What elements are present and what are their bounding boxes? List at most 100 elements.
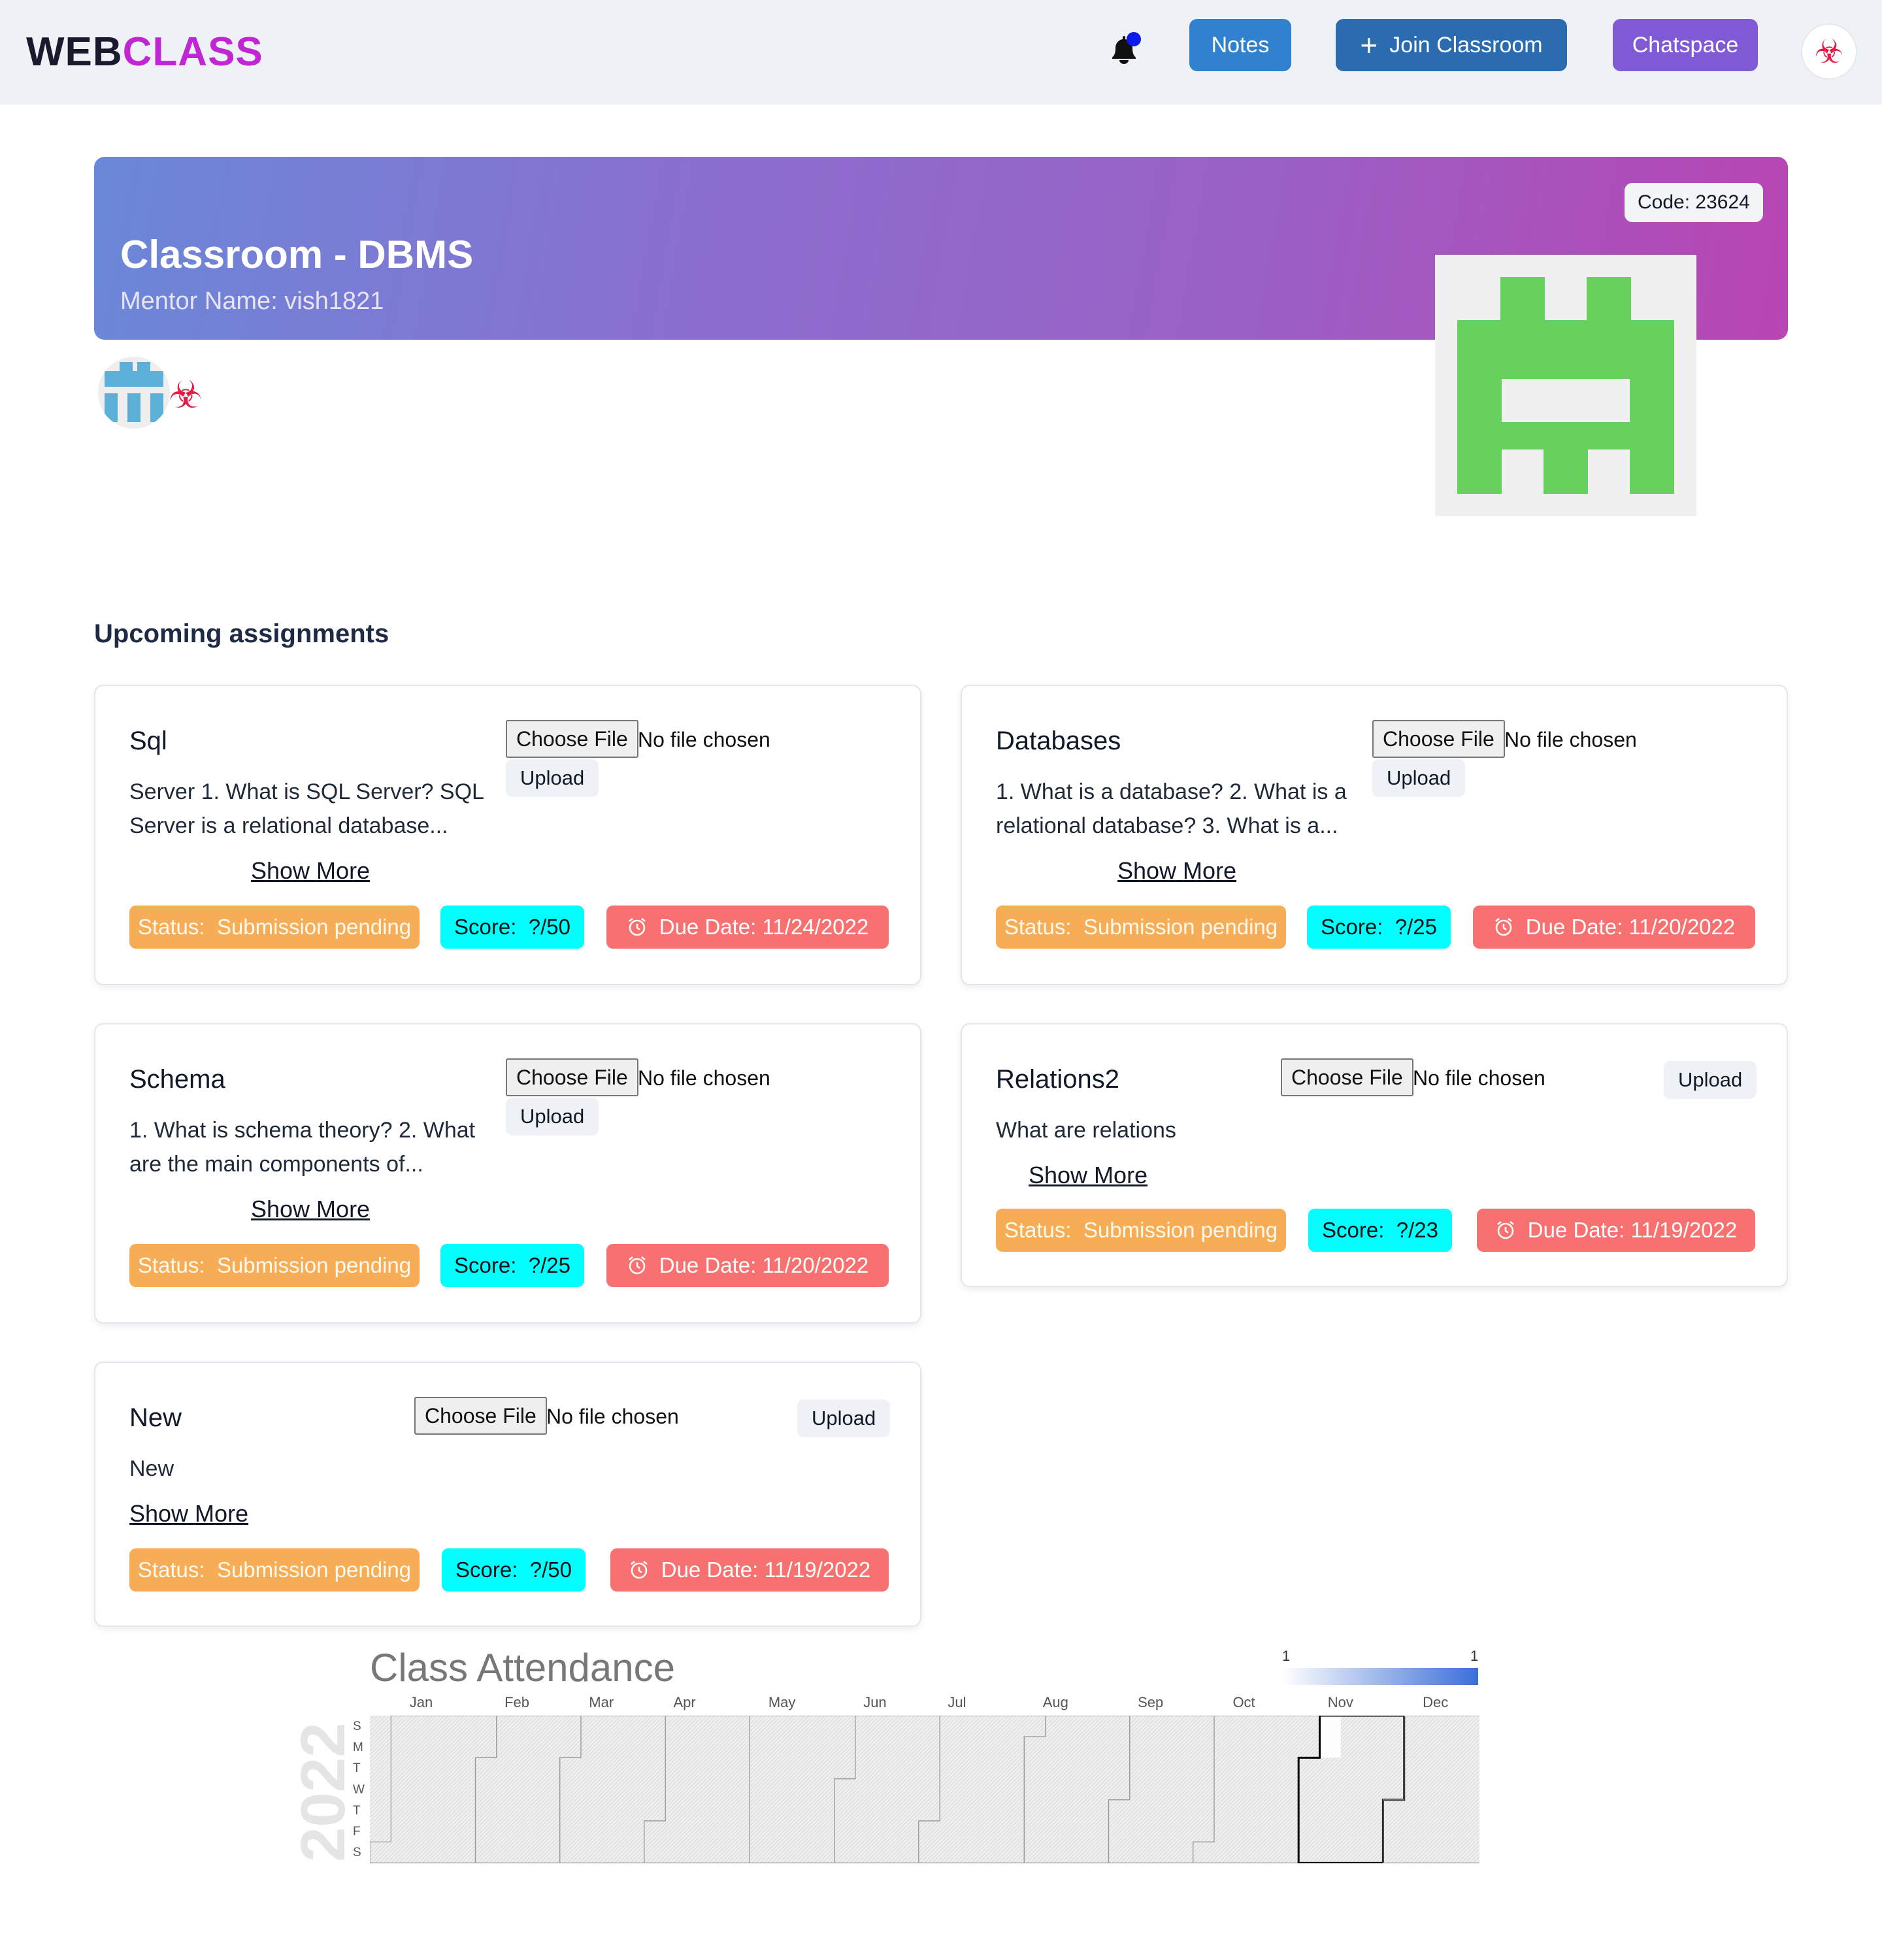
- score-badge: Score: ?/50: [442, 1548, 586, 1592]
- no-file-chosen-text: No file chosen: [638, 728, 770, 751]
- upload-button[interactable]: Upload: [506, 1098, 599, 1135]
- no-file-chosen-text: No file chosen: [1504, 728, 1637, 751]
- assignment-description: 1. What is a database? 2. What is a rela…: [996, 775, 1362, 843]
- month-label: Jan: [409, 1694, 433, 1710]
- chatspace-label: Chatspace: [1632, 32, 1739, 57]
- assignment-description: What are relations: [996, 1113, 1453, 1147]
- alarm-clock-icon: [1496, 1221, 1514, 1239]
- user-avatar-biohazard-icon[interactable]: ☣: [1802, 25, 1856, 78]
- month-label: Jun: [863, 1694, 887, 1710]
- score-prefix: Score:: [454, 915, 517, 939]
- choose-file-button[interactable]: Choose File: [414, 1397, 547, 1435]
- alarm-clock-icon: [628, 918, 646, 936]
- brand-logo[interactable]: WEBCLASS: [26, 29, 263, 75]
- show-more-link[interactable]: Show More: [251, 1196, 370, 1223]
- member-biohazard-icon[interactable]: ☣: [169, 372, 203, 417]
- upload-button[interactable]: Upload: [506, 759, 599, 797]
- month-label: Sep: [1138, 1694, 1164, 1710]
- assignment-card: Databases Choose File No file chosen Upl…: [961, 685, 1788, 985]
- month-label: Mar: [589, 1694, 614, 1710]
- upload-button[interactable]: Upload: [797, 1399, 891, 1437]
- show-more-link[interactable]: Show More: [129, 1500, 248, 1527]
- status-badge: Status: Submission pending: [129, 906, 420, 949]
- navbar: WEBCLASS Notes + Join Classroom Chatspac…: [0, 0, 1882, 105]
- legend-min: 1: [1282, 1648, 1291, 1664]
- show-more-link[interactable]: Show More: [251, 857, 370, 885]
- weekday-label: T: [353, 1803, 361, 1818]
- assignment-description: Server 1. What is SQL Server? SQL Server…: [129, 775, 495, 843]
- weekday-label: W: [353, 1782, 365, 1797]
- join-classroom-button[interactable]: + Join Classroom: [1336, 19, 1567, 71]
- notes-button-label: Notes: [1211, 32, 1270, 57]
- classroom-identicon: [1435, 255, 1696, 516]
- upload-button[interactable]: Upload: [1664, 1061, 1757, 1099]
- choose-file-button[interactable]: Choose File: [506, 1058, 638, 1096]
- assignment-description-line: What are relations: [996, 1118, 1176, 1143]
- due-prefix: Due Date:: [1525, 915, 1623, 939]
- legend-max: 1: [1470, 1648, 1479, 1664]
- attendance-title: Class Attendance: [370, 1646, 675, 1690]
- attendance-heatmap-grid: [370, 1716, 1479, 1863]
- classroom-code-badge: Code: 23624: [1625, 183, 1763, 222]
- weekday-label: F: [353, 1825, 361, 1838]
- attendance-year: 2022: [288, 1722, 358, 1862]
- attendance-legend-bar: [1282, 1668, 1478, 1685]
- choose-file-button[interactable]: Choose File: [1372, 720, 1505, 758]
- due-value: 11/20/2022: [762, 1253, 869, 1277]
- assignment-card: Sql Choose File No file chosen Upload Se…: [94, 685, 921, 985]
- weekday-label: S: [353, 1846, 361, 1860]
- show-more-link[interactable]: Show More: [1029, 1162, 1147, 1189]
- due-prefix: Due Date:: [1527, 1218, 1625, 1242]
- due-date-badge: Due Date: 11/19/2022: [610, 1548, 889, 1592]
- status-badge: Status: Submission pending: [996, 906, 1286, 949]
- status-value: Submission pending: [1083, 915, 1278, 939]
- member-identicon-avatar[interactable]: [98, 357, 170, 429]
- brand-part-web: WEB: [26, 29, 123, 74]
- score-badge: Score: ?/25: [440, 1244, 584, 1287]
- status-prefix: Status:: [1004, 1218, 1072, 1242]
- score-badge: Score: ?/23: [1308, 1209, 1452, 1252]
- classroom-title: Classroom - DBMS: [120, 233, 474, 276]
- weekday-label: M: [353, 1740, 363, 1755]
- month-label: Apr: [673, 1694, 696, 1710]
- month-label: Nov: [1327, 1694, 1353, 1710]
- status-prefix: Status:: [137, 1253, 205, 1277]
- assignment-description-line: Server 1. What is SQL Server? SQL: [129, 779, 484, 804]
- assignment-description-line: are the main components of...: [129, 1152, 423, 1177]
- alarm-clock-icon: [630, 1561, 648, 1579]
- due-value: 11/19/2022: [764, 1558, 871, 1582]
- alarm-clock-icon: [1494, 918, 1512, 936]
- assignment-card: New Choose File No file chosen Upload Ne…: [94, 1362, 921, 1627]
- score-value: ?/23: [1396, 1218, 1438, 1242]
- assignment-description: New: [129, 1452, 587, 1486]
- assignment-title: Relations2: [996, 1065, 1120, 1094]
- assignment-description: 1. What is schema theory? 2. What are th…: [129, 1113, 495, 1181]
- notification-bell-icon[interactable]: [1103, 29, 1145, 71]
- choose-file-button[interactable]: Choose File: [506, 720, 638, 758]
- no-file-chosen-text: No file chosen: [1413, 1066, 1545, 1090]
- no-file-chosen-text: No file chosen: [546, 1405, 679, 1428]
- due-prefix: Due Date:: [659, 915, 757, 939]
- due-date-badge: Due Date: 11/19/2022: [1477, 1209, 1755, 1252]
- due-prefix: Due Date:: [661, 1558, 759, 1582]
- notes-button[interactable]: Notes: [1189, 19, 1291, 71]
- assignment-description-line: 1. What is schema theory? 2. What: [129, 1118, 476, 1143]
- join-classroom-label: Join Classroom: [1389, 32, 1543, 57]
- show-more-link[interactable]: Show More: [1117, 857, 1236, 885]
- upload-button[interactable]: Upload: [1372, 759, 1466, 797]
- status-badge: Status: Submission pending: [996, 1209, 1286, 1252]
- alarm-clock-icon: [628, 1256, 646, 1275]
- assignment-description-line: relational database? 3. What is a...: [996, 813, 1338, 838]
- score-prefix: Score:: [1321, 915, 1383, 939]
- assignment-card: Schema Choose File No file chosen Upload…: [94, 1023, 921, 1324]
- status-prefix: Status:: [137, 915, 205, 939]
- due-value: 11/19/2022: [1630, 1218, 1738, 1242]
- mentor-name: Mentor Name: vish1821: [120, 287, 384, 315]
- status-badge: Status: Submission pending: [129, 1244, 420, 1287]
- score-badge: Score: ?/50: [440, 906, 584, 949]
- attendance-day-cell: [1319, 1716, 1341, 1758]
- assignment-title: Schema: [129, 1065, 225, 1094]
- chatspace-button[interactable]: Chatspace: [1613, 19, 1758, 71]
- choose-file-button[interactable]: Choose File: [1281, 1058, 1413, 1096]
- assignment-description-line: 1. What is a database? 2. What is a: [996, 779, 1347, 804]
